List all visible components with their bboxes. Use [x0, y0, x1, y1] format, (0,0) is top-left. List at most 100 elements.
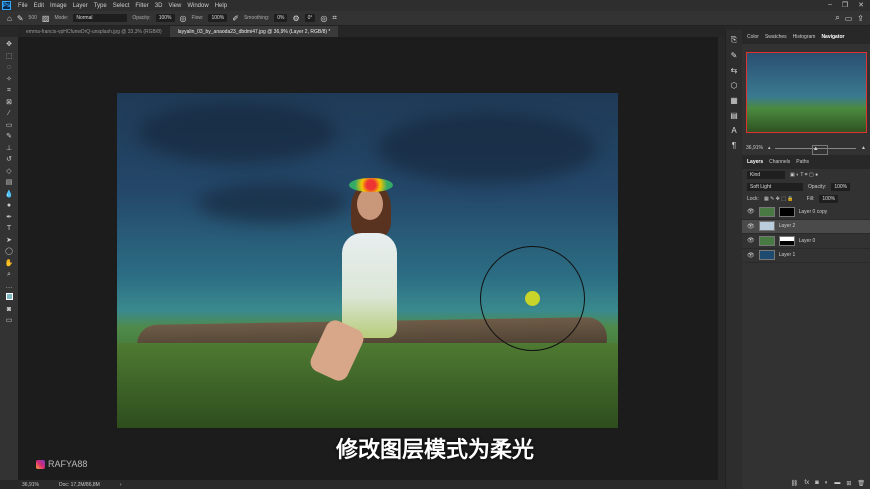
close-icon[interactable]: ✕ — [858, 1, 864, 9]
layer-filter-select[interactable]: Kind — [747, 171, 785, 179]
blur-tool-icon[interactable]: 💧 — [5, 190, 14, 201]
lasso-tool-icon[interactable]: ◌ — [7, 63, 11, 74]
eye-icon[interactable]: 👁 — [747, 223, 755, 230]
frame-tool-icon[interactable]: ⊠ — [6, 98, 12, 109]
brush-size[interactable]: 500 — [29, 15, 37, 21]
zoom-slider[interactable]: ▲ — [775, 144, 857, 155]
menu-edit[interactable]: Edit — [31, 3, 47, 9]
zoom-level[interactable]: 36,91% — [22, 482, 39, 488]
zoom-tool-icon[interactable]: ⌕ — [7, 270, 11, 281]
navigator-thumbnail[interactable] — [746, 52, 867, 133]
zoom-out-icon[interactable]: ▴ — [768, 145, 771, 151]
restore-icon[interactable]: ❐ — [842, 1, 848, 9]
screen-mode-icon[interactable]: ▭ — [6, 316, 13, 327]
tab-paths[interactable]: Paths — [796, 159, 809, 165]
tab-channels[interactable]: Channels — [769, 159, 790, 165]
layer-row[interactable]: 👁 Layer 1 — [742, 249, 870, 263]
menu-window[interactable]: Window — [184, 3, 211, 9]
trash-icon[interactable]: 🗑 — [857, 480, 865, 489]
group-icon[interactable]: ▬ — [834, 480, 840, 489]
gradient-tool-icon[interactable]: ▤ — [6, 178, 13, 189]
new-layer-icon[interactable]: ⊞ — [846, 480, 851, 489]
opacity-field[interactable]: 100% — [155, 14, 175, 22]
adjustments-icon[interactable]: ⇆ — [731, 66, 738, 75]
color-swatches[interactable] — [5, 293, 13, 304]
menu-type[interactable]: Type — [91, 3, 110, 9]
workspace-icon[interactable]: ▭ — [845, 14, 853, 23]
menu-view[interactable]: View — [165, 3, 184, 9]
blend-mode-select[interactable]: Soft Light — [747, 183, 803, 191]
menu-image[interactable]: Image — [47, 3, 70, 9]
mode-select[interactable]: Normal — [73, 14, 128, 22]
menu-3d[interactable]: 3D — [152, 3, 166, 9]
filter-icons[interactable]: ▣ ◐ T ⌗ ▢ ● — [790, 172, 818, 178]
brush-settings-icon[interactable]: ✎ — [731, 51, 738, 60]
eye-icon[interactable]: 👁 — [747, 252, 755, 259]
smoothing-field[interactable]: 0% — [274, 14, 288, 22]
3d-icon[interactable]: ⬡ — [731, 81, 738, 90]
fx-icon[interactable]: fx — [804, 480, 809, 489]
fill-field[interactable]: 100% — [819, 195, 839, 203]
hand-tool-icon[interactable]: ✋ — [5, 259, 14, 270]
symmetry-icon[interactable]: ⌗ — [332, 13, 337, 23]
tab-color[interactable]: Color — [747, 34, 759, 40]
minimize-icon[interactable]: – — [828, 1, 832, 9]
layer-opacity-field[interactable]: 100% — [831, 183, 851, 191]
marquee-tool-icon[interactable]: ⬚ — [6, 52, 13, 63]
tab-document-2[interactable]: layyalin_03_by_anaoda23_dbdmi47.jpg @ 36… — [169, 26, 339, 37]
tab-document-1[interactable]: emma-francis-vpHCfunwDrQ-unsplash.jpg @ … — [18, 26, 170, 37]
adjustment-layer-icon[interactable]: ◐ — [825, 480, 829, 489]
path-select-icon[interactable]: ➤ — [6, 236, 12, 247]
more-tools-icon[interactable]: … — [6, 282, 13, 293]
tab-swatches[interactable]: Swatches — [765, 34, 787, 40]
eyedropper-icon[interactable]: ⁄ — [8, 109, 9, 120]
brush-tool-icon[interactable]: ✎ — [17, 14, 24, 23]
menu-layer[interactable]: Layer — [70, 3, 91, 9]
menu-select[interactable]: Select — [110, 3, 133, 9]
lock-icons[interactable]: ▦ ✎ ✥ ⬚ 🔒 — [764, 196, 794, 202]
pressure-opacity-icon[interactable]: ◎ — [180, 14, 187, 23]
quick-select-icon[interactable]: ✧ — [6, 75, 12, 86]
search-icon[interactable]: ⌕ — [835, 13, 839, 23]
layer-row[interactable]: 👁 Layer 0 — [742, 234, 870, 249]
shape-tool-icon[interactable]: ◯ — [5, 247, 13, 258]
eraser-icon[interactable]: ◇ — [6, 167, 11, 178]
menu-help[interactable]: Help — [212, 3, 230, 9]
tab-histogram[interactable]: Histogram — [793, 34, 816, 40]
eye-icon[interactable]: 👁 — [747, 208, 755, 215]
airbrush-icon[interactable]: ✐ — [232, 14, 239, 23]
gear-icon[interactable]: ⚙ — [292, 14, 299, 23]
libraries-icon[interactable]: ▦ — [730, 96, 738, 105]
navigator-zoom[interactable]: 36,91% — [746, 145, 763, 151]
pressure-size-icon[interactable]: ◎ — [320, 14, 327, 23]
flow-field[interactable]: 100% — [208, 14, 228, 22]
paragraph-icon[interactable]: ¶ — [732, 141, 736, 150]
crop-tool-icon[interactable]: ⌗ — [7, 86, 11, 97]
layer-row[interactable]: 👁 Layer 0 copy — [742, 205, 870, 220]
properties-icon[interactable]: ▤ — [730, 111, 738, 120]
brush-tool-icon[interactable]: ✎ — [6, 132, 12, 143]
menu-file[interactable]: File — [15, 3, 31, 9]
healing-brush-icon[interactable]: ▭ — [6, 121, 13, 132]
angle-field[interactable]: 0° — [304, 14, 316, 22]
zoom-in-icon[interactable]: ▲ — [861, 145, 866, 151]
tab-layers[interactable]: Layers — [747, 159, 763, 165]
status-arrow-icon[interactable]: › — [120, 482, 122, 488]
character-icon[interactable]: A — [731, 126, 736, 135]
history-icon[interactable]: ⎘ — [731, 35, 737, 45]
stamp-tool-icon[interactable]: ⊥ — [6, 144, 12, 155]
menu-filter[interactable]: Filter — [132, 3, 151, 9]
eye-icon[interactable]: 👁 — [747, 237, 755, 244]
history-brush-icon[interactable]: ↺ — [6, 155, 12, 166]
brush-panel-icon[interactable]: ▨ — [42, 14, 50, 23]
move-tool-icon[interactable]: ✥ — [6, 40, 12, 51]
dodge-tool-icon[interactable]: ● — [7, 201, 11, 212]
add-mask-icon[interactable]: ◙ — [815, 480, 819, 489]
pen-tool-icon[interactable]: ✒ — [6, 213, 12, 224]
tab-navigator[interactable]: Navigator — [821, 34, 844, 40]
layer-row[interactable]: 👁 Layer 2 — [742, 219, 870, 234]
link-icon[interactable]: ⛓ — [791, 480, 799, 489]
home-icon[interactable]: ⌂ — [7, 14, 12, 23]
share-icon[interactable]: ⇪ — [857, 14, 864, 23]
quick-mask-icon[interactable]: ◙ — [7, 305, 11, 316]
